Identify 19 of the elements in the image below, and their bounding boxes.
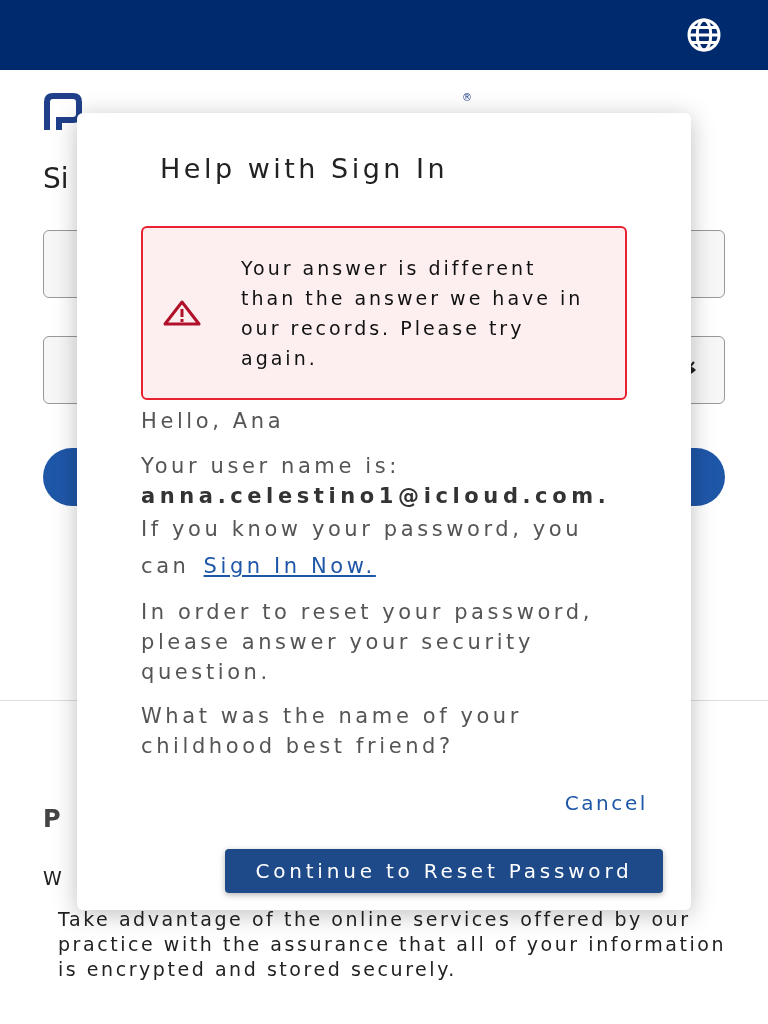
greeting-text: Hello, Ana — [141, 408, 286, 435]
globe-icon[interactable] — [686, 17, 722, 53]
logo-icon — [43, 92, 83, 132]
section-text: W — [43, 867, 63, 889]
warning-icon — [163, 300, 201, 326]
continue-button[interactable]: Continue to Reset Password — [225, 849, 663, 893]
info-paragraph: Take advantage of the online services offered by our practice with the assurance that all of your information is encrypted and stored securely. — [58, 907, 728, 982]
registered-mark: ® — [462, 92, 472, 104]
section-heading: P — [43, 805, 62, 833]
username-text: anna.celestino1@icloud.com. — [141, 483, 612, 510]
security-question: What was the name of your childhood best friend? — [141, 703, 524, 760]
username-label: Your user name is: — [141, 453, 401, 480]
dialog-title: Help with Sign In — [160, 153, 450, 184]
page-heading: Si — [43, 162, 69, 197]
sign-in-link[interactable]: Sign In Now. — [203, 554, 376, 578]
reset-instructions: In order to reset your password, please answer your security question. — [141, 599, 594, 686]
error-message: Your answer is different than the answer we have in our records. Please try again. — [241, 256, 585, 371]
sign-in-text: If you know your password, you can Sign In Now. — [141, 516, 584, 580]
cancel-link[interactable]: Cancel — [564, 791, 648, 815]
